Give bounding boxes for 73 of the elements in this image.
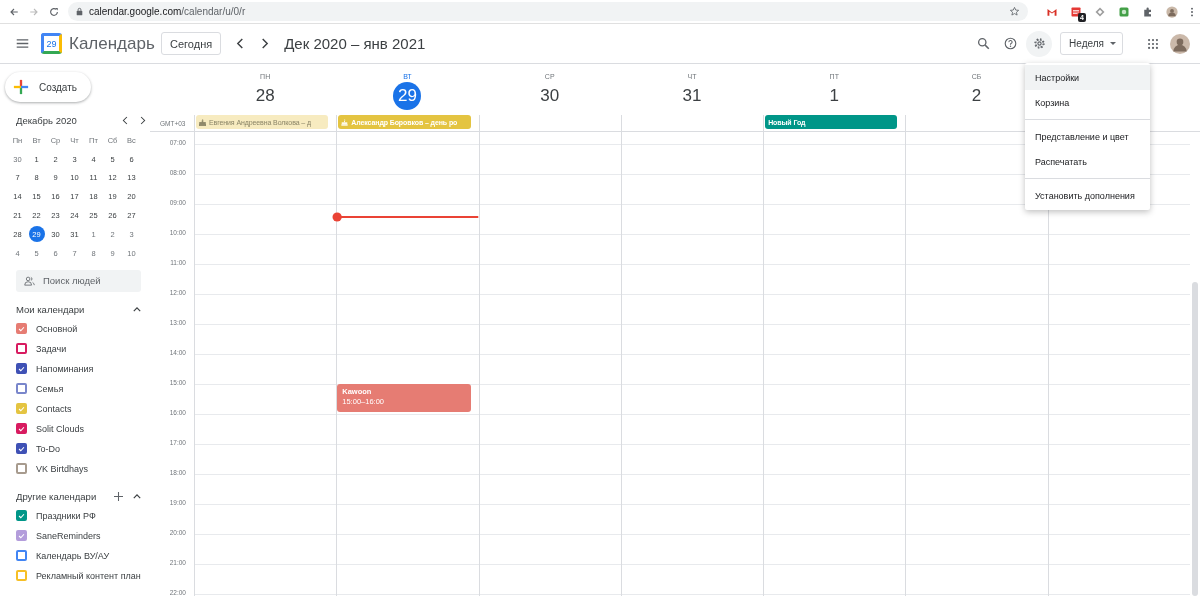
calendar-name: Задачи <box>36 343 67 354</box>
calendar-name: Contacts <box>36 403 72 414</box>
help-icon[interactable] <box>1004 37 1018 50</box>
date-number[interactable]: 2 <box>962 82 991 110</box>
caret-icon <box>1110 42 1116 45</box>
calendar-name: Solit Clouds <box>36 423 85 434</box>
cake-icon <box>341 118 349 126</box>
date-range-title: Дек 2020 – янв 2021 <box>284 35 426 52</box>
chevron-icon[interactable] <box>133 307 141 313</box>
checkbox[interactable] <box>16 530 27 542</box>
scrollbar-thumb[interactable] <box>1192 282 1198 596</box>
checkbox[interactable] <box>16 510 27 522</box>
calendar-name: VK Birtdhays <box>36 463 89 474</box>
date-number[interactable]: 31 <box>678 82 706 110</box>
date-number[interactable]: 1 <box>820 82 849 110</box>
menu-item[interactable]: Настройки <box>1025 65 1150 90</box>
reload-icon[interactable] <box>48 5 60 18</box>
more-icon[interactable] <box>1190 5 1194 18</box>
menu-item[interactable]: Представление и цвет <box>1025 124 1150 149</box>
next-icon[interactable] <box>139 115 146 125</box>
calendar-name: Рекламный контент план <box>36 570 141 581</box>
extension-icon[interactable] <box>1070 5 1082 18</box>
puzzle-icon[interactable] <box>1142 5 1154 18</box>
calendar-logo[interactable]: 29 <box>41 33 62 54</box>
checkbox[interactable] <box>16 443 27 455</box>
next-icon[interactable] <box>260 38 270 49</box>
calendar-name: SaneReminders <box>36 530 101 541</box>
view-dropdown[interactable]: Неделя <box>1060 32 1123 55</box>
checkbox[interactable] <box>16 383 27 395</box>
section-title: Мои календари <box>16 304 86 316</box>
checkbox[interactable] <box>16 403 27 415</box>
checkbox[interactable] <box>16 463 27 475</box>
create-button[interactable]: Создать <box>5 72 91 102</box>
menu-icon[interactable] <box>16 38 29 49</box>
add-icon[interactable] <box>114 492 123 502</box>
checkbox[interactable] <box>16 423 27 435</box>
calendar-name: Семья <box>36 383 64 394</box>
menu-item[interactable]: Корзина <box>1025 90 1150 115</box>
chevron-icon[interactable] <box>133 494 141 500</box>
address-bar[interactable]: calendar.google.com/calendar/u/0/r <box>68 2 1028 21</box>
menu-item[interactable]: Распечатать <box>1025 149 1150 174</box>
checkbox[interactable] <box>16 323 27 335</box>
star-icon[interactable] <box>1009 6 1020 17</box>
section-title: Другие календари <box>16 491 98 503</box>
calendar-name: Праздники РФ <box>36 510 96 521</box>
search-icon[interactable] <box>977 37 991 50</box>
avatar-icon[interactable] <box>1170 33 1190 54</box>
calendar-name: To-Do <box>36 443 60 454</box>
apps-icon[interactable] <box>1148 38 1158 49</box>
calendar-name: Напоминания <box>36 363 94 374</box>
settings-button[interactable] <box>1026 30 1053 57</box>
lock-icon <box>76 7 83 16</box>
calendar-name: Календарь ВУ/АУ <box>36 550 110 561</box>
date-number[interactable]: 29 <box>393 82 422 110</box>
people-search-field[interactable]: Поиск людей <box>16 269 141 292</box>
previous-icon[interactable] <box>236 38 246 49</box>
url-text: calendar.google.com/calendar/u/0/r <box>89 6 247 17</box>
settings-icon <box>1032 37 1046 50</box>
calendar-name: Основной <box>36 323 78 334</box>
month-title: Декабрь 2020 <box>16 114 78 126</box>
diamond-icon[interactable] <box>1094 5 1106 18</box>
checkbox[interactable] <box>16 343 27 355</box>
checkbox[interactable] <box>16 363 27 375</box>
menu-item[interactable]: Установить дополнения <box>1025 183 1150 208</box>
plus-icon <box>13 79 29 95</box>
today-button[interactable]: Сегодня <box>161 32 222 55</box>
cake-icon <box>199 118 206 126</box>
previous-icon[interactable] <box>122 115 129 125</box>
app-title: Календарь <box>69 33 154 54</box>
checkbox[interactable] <box>16 550 27 562</box>
date-number[interactable]: 28 <box>251 82 280 110</box>
avatar-icon[interactable] <box>1166 5 1178 18</box>
date-number[interactable]: 30 <box>535 82 564 110</box>
